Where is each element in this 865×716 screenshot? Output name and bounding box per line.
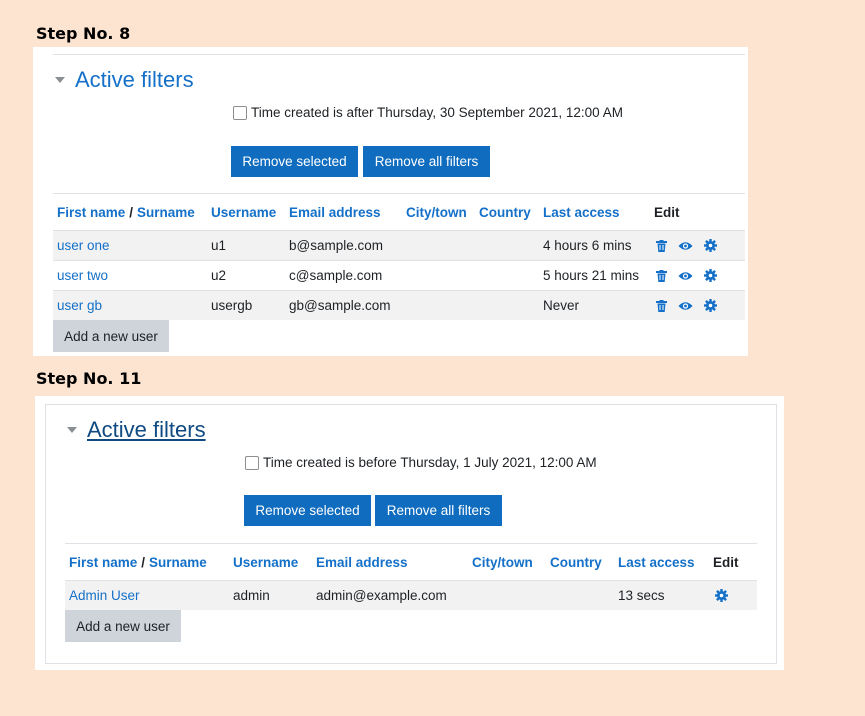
edit-actions <box>715 581 728 610</box>
users-table: First name / Surname Username Email addr… <box>53 193 745 352</box>
sort-first-name[interactable]: First name <box>69 555 137 570</box>
filter-item: Time created is after Thursday, 30 Septe… <box>233 105 623 120</box>
gear-icon[interactable] <box>715 589 728 602</box>
last-access-cell: Never <box>543 298 580 313</box>
email-cell: c@sample.com <box>289 268 383 283</box>
email-cell: gb@sample.com <box>289 298 391 313</box>
filter-checkbox[interactable] <box>233 105 247 120</box>
table-row: Admin User admin admin@example.com 13 se… <box>65 581 757 610</box>
active-filters-header[interactable]: Active filters <box>67 417 206 443</box>
filter-item: Time created is before Thursday, 1 July … <box>245 455 597 470</box>
table-row: user gb usergb gb@sample.com Never <box>53 291 745 320</box>
trash-icon[interactable] <box>656 239 667 252</box>
sort-last-access[interactable]: Last access <box>618 544 695 580</box>
collapse-chevron-icon[interactable] <box>67 427 77 433</box>
user-name-link[interactable]: Admin User <box>69 581 140 610</box>
last-access-cell: 4 hours 6 mins <box>543 238 632 253</box>
sort-username[interactable]: Username <box>233 544 298 580</box>
remove-all-filters-button[interactable]: Remove all filters <box>375 495 502 526</box>
table-row: user one u1 b@sample.com 4 hours 6 mins <box>53 231 745 261</box>
table-header-row: First name / Surname Username Email addr… <box>65 544 757 581</box>
remove-selected-button[interactable]: Remove selected <box>244 495 371 526</box>
step-8-panel: Active filters Time created is after Thu… <box>33 47 748 356</box>
trash-icon[interactable] <box>656 269 667 282</box>
header-edit: Edit <box>654 204 680 220</box>
sort-city[interactable]: City/town <box>472 544 533 580</box>
table-header-row: First name / Surname Username Email addr… <box>53 194 745 231</box>
username-cell: u2 <box>211 268 227 283</box>
remove-all-filters-button[interactable]: Remove all filters <box>363 146 490 177</box>
eye-icon[interactable] <box>678 301 693 311</box>
trash-icon[interactable] <box>656 299 667 312</box>
active-filters-title[interactable]: Active filters <box>87 417 206 443</box>
step-8-label: Step No. 8 <box>36 24 131 43</box>
filter-text: Time created is after Thursday, 30 Septe… <box>251 105 623 120</box>
username-cell: admin <box>233 588 270 603</box>
eye-icon[interactable] <box>678 271 693 281</box>
sort-email[interactable]: Email address <box>289 194 381 230</box>
sort-city[interactable]: City/town <box>406 194 467 230</box>
user-name-link[interactable]: user one <box>57 231 110 260</box>
last-access-cell: 13 secs <box>618 588 665 603</box>
username-cell: u1 <box>211 238 227 253</box>
user-name-link[interactable]: user gb <box>57 291 102 320</box>
sort-username[interactable]: Username <box>211 194 276 230</box>
header-separator: / <box>141 554 146 570</box>
step-11-panel: Active filters Time created is before Th… <box>35 396 784 670</box>
users-table: First name / Surname Username Email addr… <box>65 543 757 654</box>
sort-country[interactable]: Country <box>479 194 531 230</box>
eye-icon[interactable] <box>678 241 693 251</box>
add-new-user-button[interactable]: Add a new user <box>53 320 169 352</box>
header-name: First name / Surname <box>57 194 195 230</box>
table-row: user two u2 c@sample.com 5 hours 21 mins <box>53 261 745 291</box>
username-cell: usergb <box>211 298 253 313</box>
header-separator: / <box>129 204 134 220</box>
email-cell: admin@example.com <box>316 588 447 603</box>
add-new-user-button[interactable]: Add a new user <box>65 610 181 642</box>
gear-icon[interactable] <box>704 269 717 282</box>
step-8-content: Active filters Time created is after Thu… <box>53 54 745 355</box>
email-cell: b@sample.com <box>289 238 383 253</box>
step-11-content: Active filters Time created is before Th… <box>45 404 777 664</box>
sort-country[interactable]: Country <box>550 544 602 580</box>
edit-actions <box>656 291 717 320</box>
active-filters-header[interactable]: Active filters <box>55 67 194 93</box>
edit-actions <box>656 261 717 290</box>
gear-icon[interactable] <box>704 299 717 312</box>
user-name-link[interactable]: user two <box>57 261 108 290</box>
sort-first-name[interactable]: First name <box>57 205 125 220</box>
active-filters-title[interactable]: Active filters <box>75 67 194 93</box>
step-11-label: Step No. 11 <box>36 369 142 388</box>
header-edit: Edit <box>713 554 739 570</box>
sort-surname[interactable]: Surname <box>149 555 207 570</box>
collapse-chevron-icon[interactable] <box>55 77 65 83</box>
edit-actions <box>656 231 717 260</box>
last-access-cell: 5 hours 21 mins <box>543 268 640 283</box>
gear-icon[interactable] <box>704 239 717 252</box>
sort-last-access[interactable]: Last access <box>543 194 620 230</box>
sort-email[interactable]: Email address <box>316 544 408 580</box>
header-name: First name / Surname <box>69 544 207 580</box>
filter-text: Time created is before Thursday, 1 July … <box>263 455 597 470</box>
remove-selected-button[interactable]: Remove selected <box>231 146 358 177</box>
sort-surname[interactable]: Surname <box>137 205 195 220</box>
filter-checkbox[interactable] <box>245 455 259 470</box>
